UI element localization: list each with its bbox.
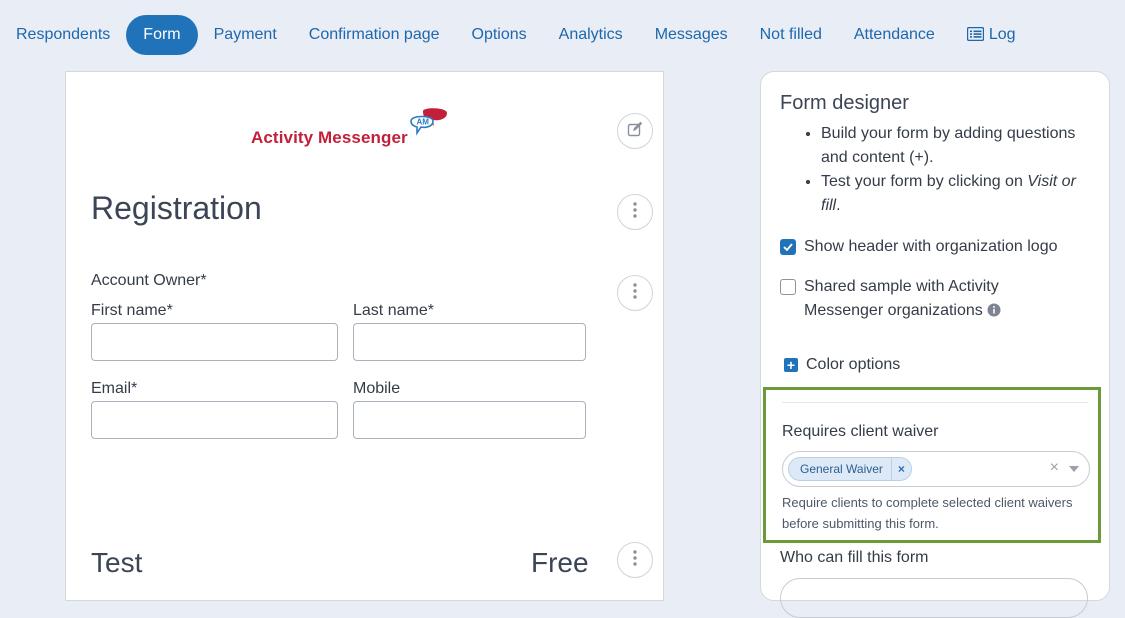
client-waiver-help: Require clients to complete selected cli… [782, 495, 1073, 531]
client-waiver-section: Requires client waiver General Waiver × … [763, 387, 1101, 543]
color-options-toggle[interactable]: + Color options [784, 356, 900, 374]
color-options-label: Color options [806, 356, 901, 373]
more-vertical-icon [633, 201, 637, 223]
client-waiver-label: Requires client waiver [782, 423, 939, 440]
last-name-label: Last name* [353, 302, 434, 319]
edit-icon [627, 121, 643, 142]
shared-sample-checkbox[interactable] [780, 279, 796, 295]
designer-tips: Build your form by adding questions and … [780, 122, 1098, 218]
edit-header-button[interactable] [617, 113, 653, 149]
tip-test: Test your form by clicking on Visit or f… [821, 170, 1098, 218]
shared-sample-text: Shared sample with Activity Messenger or… [804, 275, 1080, 325]
first-name-label: First name* [91, 302, 173, 319]
mobile-label: Mobile [353, 380, 401, 397]
info-icon[interactable] [987, 301, 1001, 325]
who-can-fill-select[interactable] [780, 578, 1088, 618]
client-waiver-select[interactable]: General Waiver × × [782, 451, 1090, 487]
tab-respondents[interactable]: Respondents [0, 15, 126, 55]
show-header-option[interactable]: Show header with organization logo [780, 235, 1058, 259]
tab-attendance[interactable]: Attendance [838, 15, 951, 55]
form-canvas: Activity Messenger AM Registration Accou… [65, 71, 664, 601]
who-can-fill-label: Who can fill this form [780, 549, 929, 566]
account-owner-more-button[interactable] [617, 275, 653, 311]
form-designer-panel: Form designer Build your form by adding … [760, 71, 1110, 618]
account-owner-label: Account Owner* [91, 272, 207, 289]
more-vertical-icon [633, 282, 637, 304]
panel-title: Form designer [780, 92, 909, 114]
tab-log[interactable]: Log [951, 15, 1032, 55]
remove-tag-icon[interactable]: × [890, 457, 905, 481]
tab-log-label: Log [988, 26, 1016, 43]
section-title: Test [91, 547, 143, 578]
last-name-input[interactable] [353, 323, 586, 361]
plus-square-icon: + [784, 358, 798, 372]
top-nav: Respondents Form Payment Confirmation pa… [0, 14, 1032, 56]
list-icon [966, 17, 985, 57]
form-title: Registration [91, 190, 262, 226]
organization-logo: Activity Messenger AM [251, 108, 451, 148]
tab-analytics[interactable]: Analytics [543, 15, 639, 55]
selected-waiver-tag: General Waiver × [788, 457, 912, 481]
mobile-input[interactable] [353, 401, 586, 439]
tip-build: Build your form by adding questions and … [821, 122, 1098, 170]
selected-waiver-label: General Waiver [800, 462, 883, 476]
tab-payment[interactable]: Payment [198, 15, 293, 55]
email-label: Email* [91, 380, 138, 397]
more-vertical-icon [633, 549, 637, 571]
divider [782, 402, 1088, 403]
check-icon [783, 235, 793, 259]
tab-form[interactable]: Form [126, 15, 198, 55]
section-more-button[interactable] [617, 542, 653, 578]
speech-bubble-logo-icon: AM [409, 108, 449, 143]
tip-test-suffix: . [836, 197, 841, 214]
shared-sample-label: Shared sample with Activity Messenger or… [804, 278, 999, 319]
logo-badge: AM [417, 118, 430, 127]
tip-test-text: Test your form by clicking on [821, 173, 1028, 190]
email-input[interactable] [91, 401, 338, 439]
show-header-label: Show header with organization logo [804, 238, 1058, 255]
tab-options[interactable]: Options [456, 15, 543, 55]
tab-messages[interactable]: Messages [639, 15, 744, 55]
section-price: Free [531, 547, 589, 578]
tab-confirmation-page[interactable]: Confirmation page [293, 15, 456, 55]
show-header-checkbox[interactable] [780, 239, 796, 255]
logo-text: Activity Messenger [251, 128, 408, 147]
clear-icon[interactable]: × [1050, 459, 1059, 477]
shared-sample-option[interactable]: Shared sample with Activity Messenger or… [780, 275, 1080, 325]
title-more-button[interactable] [617, 194, 653, 230]
chevron-down-icon[interactable] [1069, 466, 1079, 472]
tab-not-filled[interactable]: Not filled [744, 15, 838, 55]
first-name-input[interactable] [91, 323, 338, 361]
